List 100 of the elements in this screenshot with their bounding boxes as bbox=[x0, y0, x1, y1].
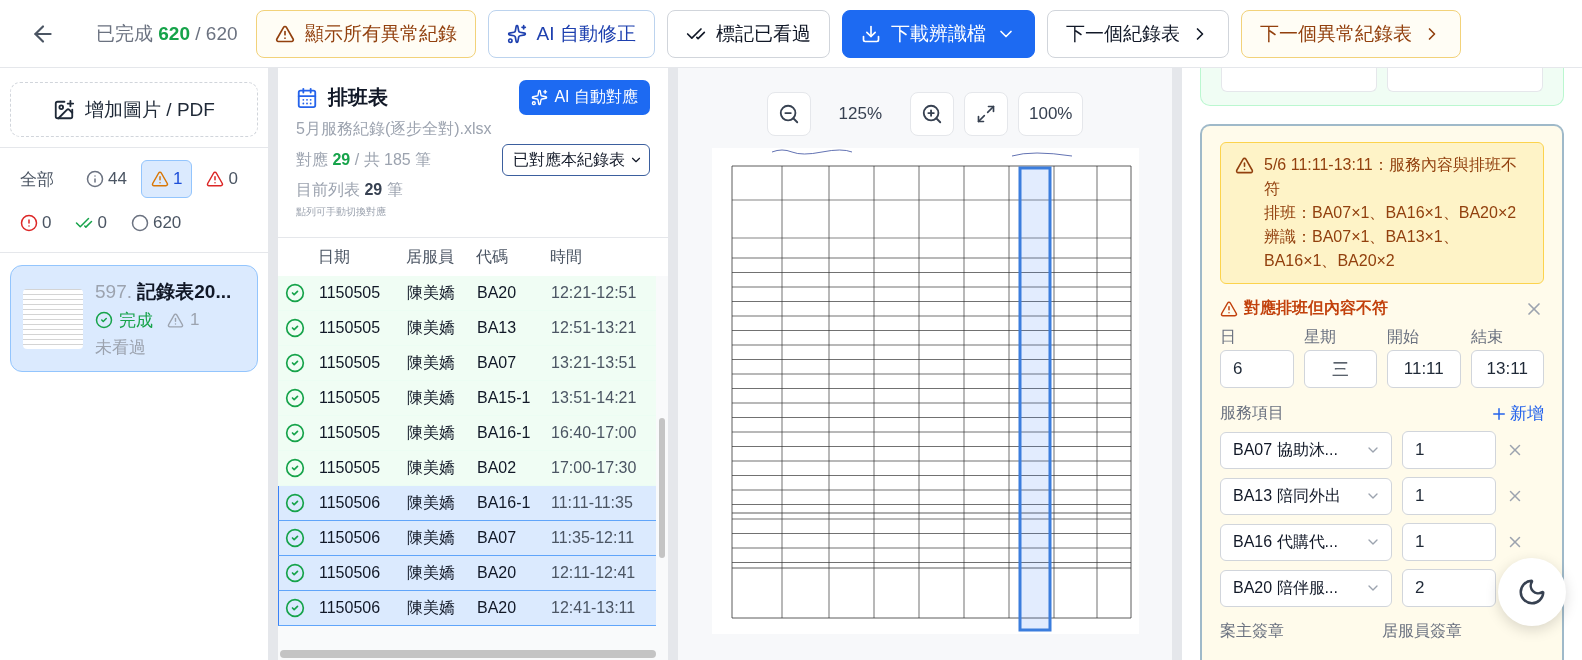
filter-chip[interactable]: 1 bbox=[140, 160, 193, 198]
toolbar-button[interactable]: 下載辨識檔 bbox=[841, 9, 1035, 58]
table-row[interactable]: 1150506 陳美嬌 BA16-1 11:11-11:35 bbox=[278, 486, 656, 521]
panel-title: 排班表 bbox=[328, 85, 388, 110]
column-header: 日期 bbox=[318, 246, 351, 267]
zoom-out-icon bbox=[777, 103, 800, 125]
sparkle-icon bbox=[506, 23, 527, 44]
status-text: 對應排班但內容不符 bbox=[1244, 298, 1388, 318]
field-label: 開始 bbox=[1387, 327, 1420, 347]
thumbnail-placeholder bbox=[23, 288, 83, 349]
column-header: 代碼 bbox=[476, 246, 509, 267]
table-cell-text: 11:35-12:11 bbox=[551, 529, 636, 547]
table-cell-text: 陳美嬌 bbox=[407, 422, 456, 443]
zoom-in-button[interactable] bbox=[910, 92, 954, 136]
signature-label: 居服員簽章 bbox=[1382, 621, 1463, 641]
table-cell-text: 1150505 bbox=[319, 389, 382, 407]
service-select[interactable]: BA16 代購代... bbox=[1220, 523, 1392, 561]
column-header: 時間 bbox=[550, 246, 583, 267]
alert-text: 辨識：BA07×1、BA13×1、BA16×1、BA20×2 bbox=[1264, 227, 1460, 271]
table-cell-text: 1150505 bbox=[319, 284, 382, 302]
table-cell-text: 陳美嬌 bbox=[407, 317, 456, 338]
toolbar-button[interactable]: 下一個異常紀錄表 bbox=[1240, 9, 1461, 58]
reset-zoom-button[interactable]: 100% bbox=[1018, 92, 1084, 136]
table-cell-text: 12:11-12:41 bbox=[551, 564, 637, 582]
record-title: 597. 記錄表20... bbox=[95, 279, 232, 304]
filter-chip[interactable]: 620 bbox=[120, 204, 192, 242]
quantity-field[interactable]: 1 bbox=[1402, 477, 1496, 515]
table-row[interactable]: 1150506 陳美嬌 BA07 11:35-12:11 bbox=[278, 521, 656, 556]
quantity-field[interactable]: 1 bbox=[1402, 523, 1496, 561]
table-row[interactable]: 1150505 陳美嬌 BA15-1 13:51-14:21 bbox=[278, 381, 656, 416]
filter-chip[interactable]: 0 bbox=[196, 160, 248, 198]
status-text: 完成 bbox=[119, 309, 153, 332]
filter-chip[interactable]: 44 bbox=[76, 160, 137, 198]
alert-text: 排班：BA07×1、BA16×1、BA20×2 bbox=[1264, 203, 1518, 223]
sparkle-icon bbox=[531, 89, 549, 106]
zoom-out-button[interactable] bbox=[766, 92, 811, 136]
check-circle-icon bbox=[285, 283, 305, 303]
fullscreen-button[interactable] bbox=[964, 92, 1008, 136]
warning-icon bbox=[167, 311, 184, 329]
table-cell-text: 1150506 bbox=[319, 599, 382, 617]
table-cell-text: 陳美嬌 bbox=[407, 597, 456, 618]
progress-text: 已完成 620 / 620 bbox=[96, 21, 238, 46]
check-circle-icon bbox=[285, 493, 305, 513]
add-image-button[interactable]: 增加圖片 / PDF bbox=[10, 82, 258, 137]
table-cell-text: 11:11-11:35 bbox=[551, 494, 634, 512]
input-field[interactable]: 三 bbox=[1303, 350, 1377, 388]
table-cell-text: BA07 bbox=[477, 354, 518, 372]
field-label: 日 bbox=[1220, 327, 1237, 347]
alert-title: 5/6 11:11-13:11：服務內容與排班不符 bbox=[1264, 155, 1518, 199]
check-circle-icon bbox=[95, 311, 113, 329]
table-row[interactable]: 1150505 陳美嬌 BA13 12:51-13:21 bbox=[278, 311, 656, 346]
section-label: 服務項目 bbox=[1220, 403, 1284, 423]
toolbar-button[interactable]: 標記已看過 bbox=[666, 9, 830, 58]
toolbar-button[interactable]: 下一個紀錄表 bbox=[1046, 9, 1229, 58]
table-row[interactable]: 1150505 陳美嬌 BA02 17:00-17:30 bbox=[278, 451, 656, 486]
ai-match-button[interactable]: AI 自動對應 bbox=[519, 80, 650, 115]
table-row[interactable]: 1150505 陳美嬌 BA16-1 16:40-17:00 bbox=[278, 416, 656, 451]
service-select[interactable]: BA13 陪同外出 bbox=[1220, 477, 1392, 515]
seen-status: 未看過 bbox=[95, 336, 147, 359]
service-select[interactable]: BA07 協助沐... bbox=[1220, 431, 1392, 469]
table-cell-text: 12:41-13:11 bbox=[551, 599, 637, 617]
check-circle-icon bbox=[285, 563, 305, 583]
table-cell-text: 陳美嬌 bbox=[407, 387, 456, 408]
table-row[interactable]: 1150505 陳美嬌 BA20 12:21-12:51 bbox=[278, 276, 656, 311]
quantity-field[interactable]: 2 bbox=[1402, 569, 1496, 607]
quantity-field[interactable]: 1 bbox=[1402, 431, 1496, 469]
table-cell-text: BA20 bbox=[477, 284, 518, 302]
input-field[interactable]: 13:11 bbox=[1470, 350, 1544, 388]
scrollbar[interactable] bbox=[280, 650, 656, 658]
table-cell-text: 陳美嬌 bbox=[407, 352, 456, 373]
filter-chip[interactable]: 0 bbox=[65, 204, 117, 242]
check-circle-icon bbox=[285, 423, 305, 443]
input-field[interactable]: 6 bbox=[1220, 350, 1294, 388]
filter-chip[interactable]: 全部 bbox=[10, 160, 64, 198]
table-cell-text: 17:00-17:30 bbox=[551, 459, 638, 477]
table-row[interactable]: 1150505 陳美嬌 BA07 13:21-13:51 bbox=[278, 346, 656, 381]
check-circle-icon bbox=[285, 353, 305, 373]
add-link[interactable]: 新增 bbox=[1490, 402, 1544, 425]
circle-icon bbox=[130, 214, 149, 232]
scrollbar[interactable] bbox=[659, 418, 665, 558]
list-count: 目前列表 29 筆 bbox=[296, 180, 404, 200]
table-cell-text: 陳美嬌 bbox=[407, 562, 456, 583]
record-card[interactable]: 597. 記錄表20... 完成 1 未看過 bbox=[10, 265, 258, 372]
toolbar-button[interactable]: 顯示所有異常紀錄 bbox=[255, 9, 476, 58]
table-cell-text: 13:51-14:21 bbox=[551, 389, 638, 407]
filter-select[interactable]: 已對應本紀錄表 bbox=[502, 144, 650, 176]
table-row[interactable]: 1150506 陳美嬌 BA20 12:41-13:11 bbox=[278, 591, 656, 626]
signature-label: 案主簽章 bbox=[1220, 621, 1285, 641]
calendar-icon bbox=[296, 86, 318, 109]
info-icon bbox=[86, 170, 104, 188]
input-field[interactable]: 11:11 bbox=[1387, 350, 1461, 388]
moon-icon bbox=[1517, 577, 1547, 607]
match-count: 對應 29 / 共 185 筆 bbox=[296, 149, 432, 170]
service-select[interactable]: BA20 陪伴服... bbox=[1220, 569, 1392, 607]
filter-chip[interactable]: 0 bbox=[10, 204, 62, 242]
check-circle-icon bbox=[285, 318, 305, 338]
zoom-level: 125% bbox=[837, 104, 883, 124]
table-row[interactable]: 1150506 陳美嬌 BA20 12:11-12:41 bbox=[278, 556, 656, 591]
table-cell-text: 1150505 bbox=[319, 459, 382, 477]
toolbar-button[interactable]: AI 自動修正 bbox=[487, 9, 655, 58]
